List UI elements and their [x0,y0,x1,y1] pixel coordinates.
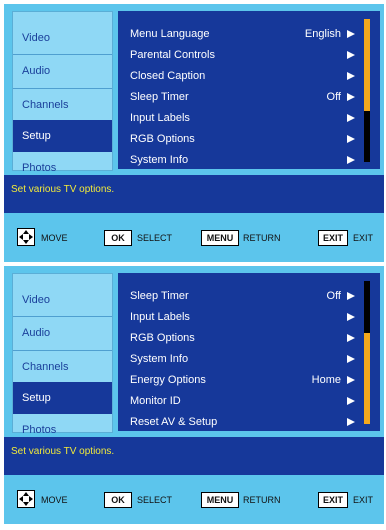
arrow-right-icon [347,93,355,101]
category-sidebar: Video Audio Channels Setup Photos [12,11,113,174]
dpad-icon [17,228,35,246]
scrollbar-thumb[interactable] [364,333,370,424]
sidebar-item-video[interactable]: Video [13,22,112,54]
menu-item-label: Monitor ID [130,395,181,407]
help-text: Set various TV options. [11,446,115,457]
tv-menu-screen-2: Video Audio Channels Setup Photos Sleep … [4,266,384,524]
legend-select-label: SELECT [137,233,173,243]
menu-item-label: System Info [130,353,189,365]
ok-key: OK [104,492,132,508]
menu-item-label: Input Labels [130,112,190,124]
setup-menu-list: Sleep Timer Off Input Labels RGB Options… [118,273,380,431]
menu-item-label: Reset AV & Setup [130,416,218,428]
legend-move-label: MOVE [41,233,68,243]
arrow-right-icon [347,313,355,321]
menu-item-value: Off [326,91,341,103]
sidebar-item-channels[interactable]: Channels [13,350,112,382]
menu-key: MENU [201,492,239,508]
menu-item-sleep-timer[interactable]: Sleep Timer Off [130,286,355,306]
menu-item-energy-options[interactable]: Energy Options Home [130,370,355,390]
arrow-right-icon [347,418,355,426]
arrow-right-icon [347,30,355,38]
menu-item-closed-caption[interactable]: Closed Caption [130,66,355,86]
menu-key: MENU [201,230,239,246]
menu-item-label: Energy Options [130,374,206,386]
arrow-right-icon [347,355,355,363]
arrow-right-icon [347,156,355,164]
menu-item-input-labels[interactable]: Input Labels [130,108,355,128]
menu-item-system-info[interactable]: System Info [130,150,355,170]
menu-item-value: English [304,28,341,40]
scrollbar-thumb[interactable] [364,19,370,111]
button-legend: MOVE OK SELECT MENU RETURN EXIT EXIT [4,222,384,254]
menu-item-label: Menu Language [130,28,210,40]
menu-item-input-labels[interactable]: Input Labels [130,307,355,327]
legend-exit-label: EXIT [353,495,374,505]
legend-select-label: SELECT [137,495,173,505]
legend-move-label: MOVE [41,495,68,505]
arrow-right-icon [347,292,355,300]
menu-item-label: Input Labels [130,311,190,323]
menu-item-label: RGB Options [130,133,195,145]
menu-item-value: Home [311,374,341,386]
menu-item-label: Parental Controls [130,49,215,61]
button-legend: MOVE OK SELECT MENU RETURN EXIT EXIT [4,484,384,516]
arrow-right-icon [347,51,355,59]
menu-item-label: System Info [130,154,189,166]
arrow-right-icon [347,135,355,143]
menu-item-rgb-options[interactable]: RGB Options [130,328,355,348]
sidebar-item-audio[interactable]: Audio [13,54,112,86]
arrow-right-icon [347,72,355,80]
menu-scrollbar[interactable] [364,19,370,162]
menu-item-label: RGB Options [130,332,195,344]
exit-key: EXIT [318,230,348,246]
sidebar-item-setup[interactable]: Setup [13,382,112,414]
sidebar-item-setup[interactable]: Setup [13,120,112,152]
exit-key: EXIT [318,492,348,508]
menu-item-rgb-options[interactable]: RGB Options [130,129,355,149]
arrow-right-icon [347,334,355,342]
tv-menu-screen-1: Video Audio Channels Setup Photos Menu L… [4,4,384,262]
menu-item-label: Sleep Timer [130,290,189,302]
menu-item-parental-controls[interactable]: Parental Controls [130,45,355,65]
setup-menu-list: Menu Language English Parental Controls … [118,11,380,169]
menu-scrollbar[interactable] [364,281,370,424]
sidebar-item-channels[interactable]: Channels [13,88,112,120]
dpad-icon [17,490,35,508]
menu-item-value: Off [326,290,341,302]
arrow-right-icon [347,114,355,122]
category-sidebar: Video Audio Channels Setup Photos [12,273,113,436]
arrow-right-icon [347,397,355,405]
menu-item-label: Sleep Timer [130,91,189,103]
legend-exit-label: EXIT [353,233,374,243]
help-bar: Set various TV options. [4,175,384,213]
sidebar-item-audio[interactable]: Audio [13,316,112,348]
menu-item-label: Closed Caption [130,70,206,82]
help-bar: Set various TV options. [4,437,384,475]
menu-item-monitor-id[interactable]: Monitor ID [130,391,355,411]
help-text: Set various TV options. [11,184,115,195]
menu-item-sleep-timer[interactable]: Sleep Timer Off [130,87,355,107]
legend-return-label: RETURN [243,495,281,505]
menu-item-reset-av-setup[interactable]: Reset AV & Setup [130,412,355,432]
sidebar-item-video[interactable]: Video [13,284,112,316]
menu-item-system-info[interactable]: System Info [130,349,355,369]
ok-key: OK [104,230,132,246]
arrow-right-icon [347,376,355,384]
menu-item-menu-language[interactable]: Menu Language English [130,24,355,44]
legend-return-label: RETURN [243,233,281,243]
